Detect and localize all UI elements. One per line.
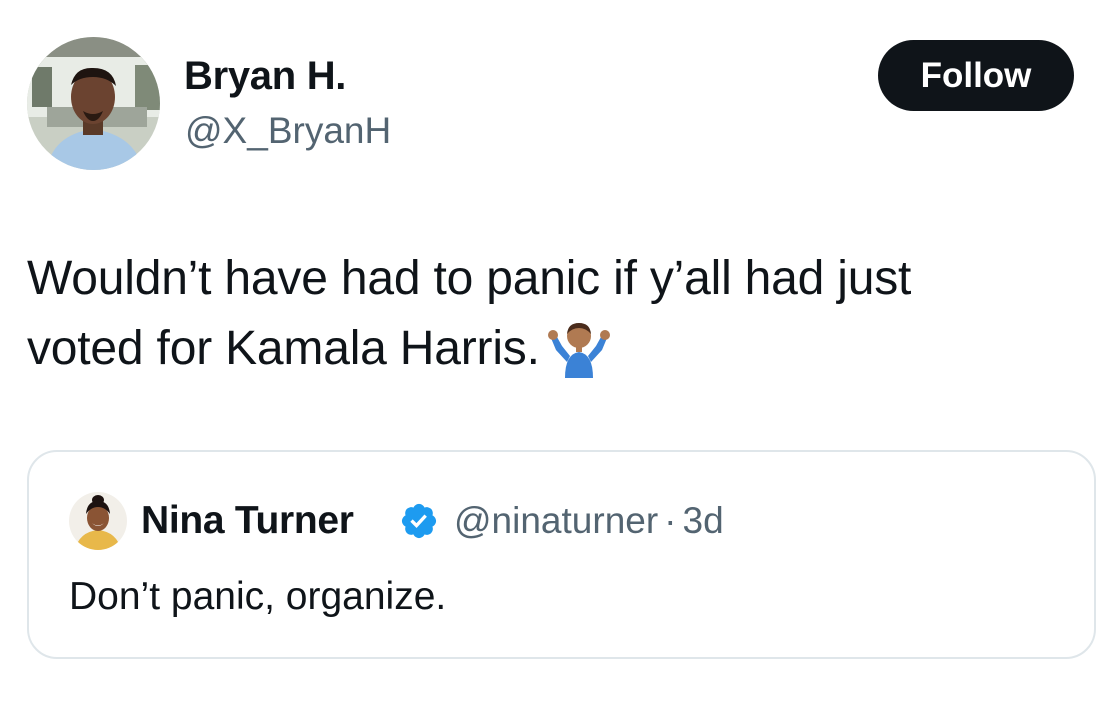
quoted-author-avatar[interactable] bbox=[69, 492, 127, 550]
follow-button[interactable]: Follow bbox=[878, 40, 1074, 111]
meta-separator: · bbox=[664, 500, 677, 541]
author-avatar-image bbox=[27, 37, 160, 170]
tweet-text-line: voted for Kamala Harris. bbox=[27, 314, 1087, 398]
quoted-author-avatar-image bbox=[69, 492, 127, 550]
author-avatar[interactable] bbox=[27, 37, 160, 170]
quoted-tweet-text: Don’t panic, organize. bbox=[69, 575, 447, 618]
tweet-page: Bryan H. @X_BryanH Follow Wouldn’t have … bbox=[0, 0, 1104, 707]
author-handle[interactable]: @X_BryanH bbox=[185, 108, 391, 154]
tweet-text: Wouldn’t have had to panic if y’all had … bbox=[27, 244, 1087, 398]
tweet-text-line-content: voted for Kamala Harris. bbox=[27, 322, 540, 375]
tweet-text-line: Wouldn’t have had to panic if y’all had … bbox=[27, 252, 912, 305]
quoted-author-name[interactable]: Nina Turner bbox=[141, 498, 354, 544]
quoted-author-handle[interactable]: @ninaturner bbox=[454, 500, 658, 541]
quoted-tweet-age[interactable]: 3d bbox=[683, 500, 724, 541]
quoted-tweet-card[interactable]: Nina Turner @ninaturner · 3d Don’t panic, … bbox=[27, 450, 1096, 659]
person-shrugging-emoji-icon bbox=[547, 318, 610, 398]
quoted-tweet-meta: @ninaturner · 3d bbox=[454, 498, 724, 544]
author-name[interactable]: Bryan H. bbox=[184, 52, 346, 100]
verified-badge-icon bbox=[401, 503, 437, 539]
